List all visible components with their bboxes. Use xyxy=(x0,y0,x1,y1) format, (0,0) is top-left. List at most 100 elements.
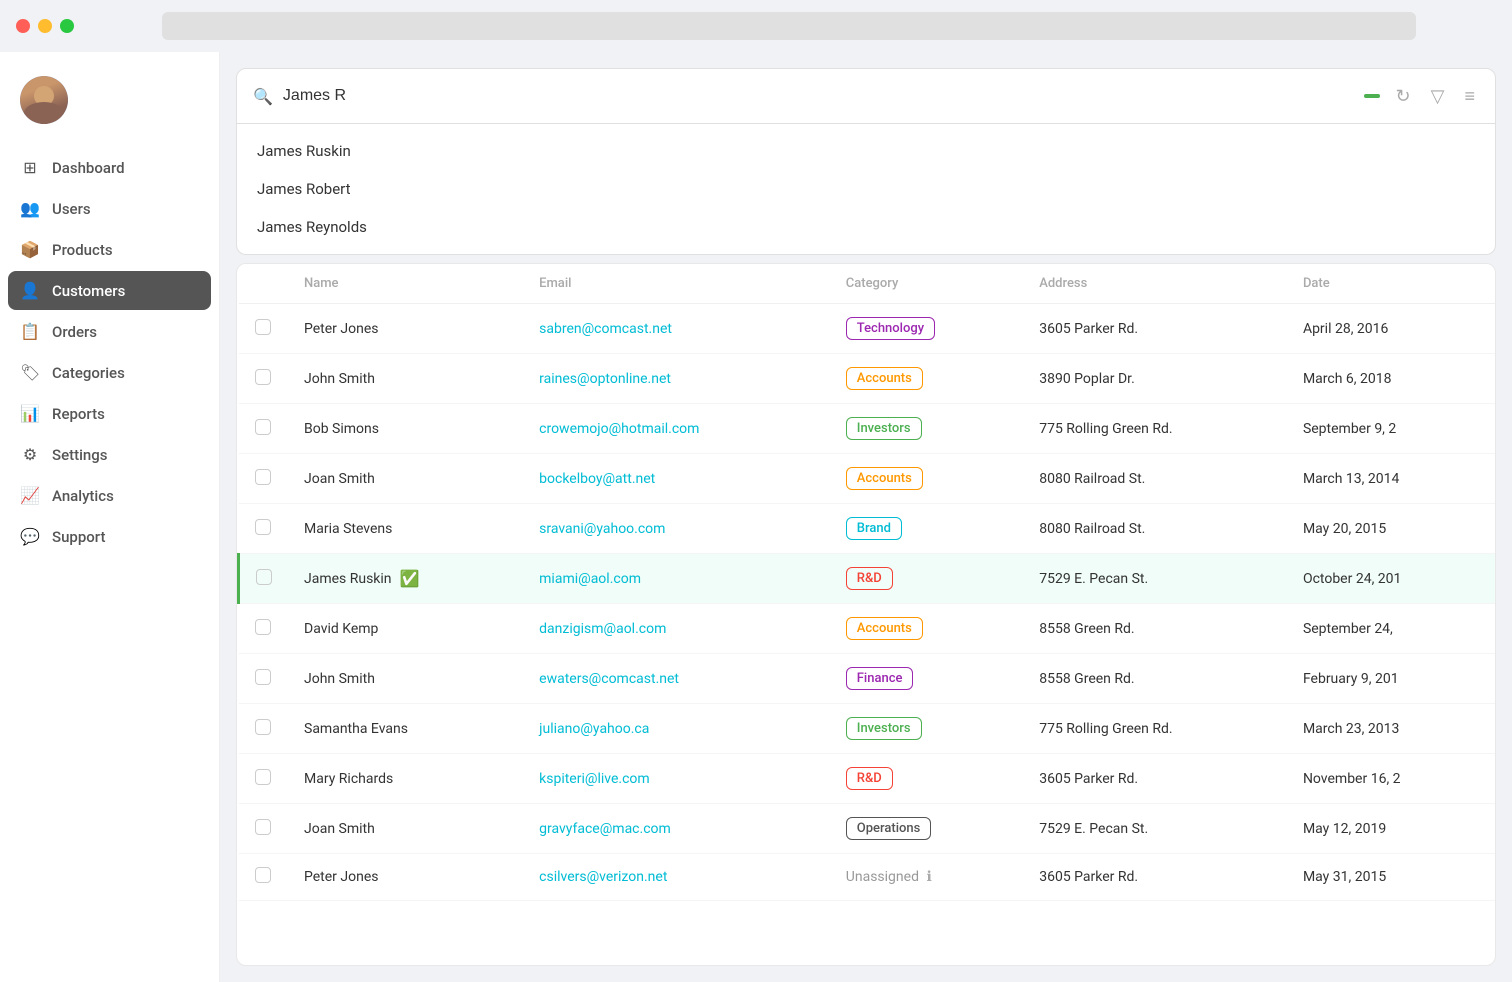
search-bar: 🔍 ↻ ▽ ≡ xyxy=(236,68,1496,124)
customer-address-cell: 775 Rolling Green Rd. xyxy=(1023,404,1287,454)
row-checkbox[interactable] xyxy=(255,669,271,685)
row-checkbox[interactable] xyxy=(255,419,271,435)
row-checkbox[interactable] xyxy=(255,369,271,385)
header-email: Email xyxy=(523,264,830,304)
customer-category-cell: Investors xyxy=(830,404,1023,454)
customer-email[interactable]: bockelboy@att.net xyxy=(539,471,655,487)
category-tag: Finance xyxy=(846,667,914,690)
customer-email[interactable]: miami@aol.com xyxy=(539,571,641,587)
refresh-button[interactable]: ↻ xyxy=(1392,82,1415,111)
maximize-button[interactable] xyxy=(60,19,74,33)
customer-email-cell: sravani@yahoo.com xyxy=(523,504,830,554)
sidebar-item-label-settings: Settings xyxy=(52,446,108,464)
sidebar-item-dashboard[interactable]: ⊞ Dashboard xyxy=(8,148,211,187)
customer-email[interactable]: csilvers@verizon.net xyxy=(539,869,667,885)
customer-name: Joan Smith xyxy=(304,471,375,487)
suggestion-item[interactable]: James Ruskin xyxy=(237,132,1495,170)
customer-name-cell: Joan Smith xyxy=(288,804,523,854)
customer-email[interactable]: crowemojo@hotmail.com xyxy=(539,421,699,437)
sidebar-item-users[interactable]: 👥 Users xyxy=(8,189,211,228)
sidebar-item-settings[interactable]: ⚙ Settings xyxy=(8,435,211,474)
row-checkbox[interactable] xyxy=(255,319,271,335)
customer-name-cell: John Smith xyxy=(288,354,523,404)
customer-date-cell: September 9, 2 xyxy=(1287,404,1495,454)
minimize-button[interactable] xyxy=(38,19,52,33)
search-actions: ↻ ▽ ≡ xyxy=(1364,82,1479,111)
row-checkbox[interactable] xyxy=(255,719,271,735)
customer-email[interactable]: raines@optonline.net xyxy=(539,371,671,387)
titlebar xyxy=(0,0,1512,52)
category-tag: Operations xyxy=(846,817,932,840)
customer-category-cell: Finance xyxy=(830,654,1023,704)
row-checkbox[interactable] xyxy=(255,769,271,785)
customer-category-cell: R&D xyxy=(830,554,1023,604)
filter-button[interactable]: ▽ xyxy=(1427,82,1449,111)
sidebar-item-reports[interactable]: 📊 Reports xyxy=(8,394,211,433)
sidebar-item-label-reports: Reports xyxy=(52,405,105,423)
row-checkbox-cell xyxy=(239,304,289,354)
suggestion-item[interactable]: James Reynolds xyxy=(237,208,1495,246)
customer-name: Peter Jones xyxy=(304,869,378,885)
customers-icon: 👤 xyxy=(20,281,40,300)
customer-date-cell: May 20, 2015 xyxy=(1287,504,1495,554)
customer-email[interactable]: juliano@yahoo.ca xyxy=(539,721,649,737)
search-input[interactable] xyxy=(283,87,1354,105)
category-tag: Unassigned ℹ xyxy=(846,869,932,885)
close-button[interactable] xyxy=(16,19,30,33)
customer-email[interactable]: kspiteri@live.com xyxy=(539,771,650,787)
sidebar-item-categories[interactable]: 🏷 Categories xyxy=(8,353,211,392)
menu-button[interactable]: ≡ xyxy=(1460,82,1479,111)
row-checkbox[interactable] xyxy=(256,569,272,585)
customer-email-cell: kspiteri@live.com xyxy=(523,754,830,804)
table-row: Peter Jones sabren@comcast.net Technolog… xyxy=(239,304,1496,354)
customer-address-cell: 8558 Green Rd. xyxy=(1023,604,1287,654)
row-checkbox[interactable] xyxy=(255,519,271,535)
sidebar-item-products[interactable]: 📦 Products xyxy=(8,230,211,269)
category-tag: Accounts xyxy=(846,467,923,490)
info-icon[interactable]: ℹ xyxy=(926,869,931,885)
sidebar-item-analytics[interactable]: 📈 Analytics xyxy=(8,476,211,515)
customer-address-cell: 775 Rolling Green Rd. xyxy=(1023,704,1287,754)
settings-icon: ⚙ xyxy=(20,445,40,464)
sidebar-item-orders[interactable]: 📋 Orders xyxy=(8,312,211,351)
customer-address-cell: 8080 Railroad St. xyxy=(1023,504,1287,554)
sidebar-item-support[interactable]: 💬 Support xyxy=(8,517,211,556)
sidebar-item-label-analytics: Analytics xyxy=(52,487,114,505)
header-name: Name xyxy=(288,264,523,304)
category-tag: R&D xyxy=(846,767,893,790)
row-checkbox[interactable] xyxy=(255,619,271,635)
sidebar-item-label-orders: Orders xyxy=(52,323,97,341)
customer-email-cell: ewaters@comcast.net xyxy=(523,654,830,704)
customer-email[interactable]: ewaters@comcast.net xyxy=(539,671,679,687)
table-row: James Ruskin ✅ miami@aol.com R&D 7529 E.… xyxy=(239,554,1496,604)
customer-date-cell: March 23, 2013 xyxy=(1287,704,1495,754)
category-tag: Technology xyxy=(846,317,935,340)
table-row: David Kemp danzigism@aol.com Accounts 85… xyxy=(239,604,1496,654)
customer-date-cell: November 16, 2 xyxy=(1287,754,1495,804)
customer-email-cell: miami@aol.com xyxy=(523,554,830,604)
customer-email[interactable]: gravyface@mac.com xyxy=(539,821,671,837)
customer-email[interactable]: sabren@comcast.net xyxy=(539,321,672,337)
orders-icon: 📋 xyxy=(20,322,40,341)
table-body: Peter Jones sabren@comcast.net Technolog… xyxy=(239,304,1496,901)
table-row: Mary Richards kspiteri@live.com R&D 3605… xyxy=(239,754,1496,804)
header-checkbox xyxy=(239,264,289,304)
row-checkbox[interactable] xyxy=(255,469,271,485)
table-row: Peter Jones csilvers@verizon.net Unassig… xyxy=(239,854,1496,901)
row-checkbox-cell xyxy=(239,754,289,804)
customer-address-cell: 8080 Railroad St. xyxy=(1023,454,1287,504)
customer-address-cell: 3605 Parker Rd. xyxy=(1023,854,1287,901)
reports-icon: 📊 xyxy=(20,404,40,423)
row-checkbox[interactable] xyxy=(255,819,271,835)
customer-email[interactable]: danzigism@aol.com xyxy=(539,621,666,637)
suggestion-item[interactable]: James Robert xyxy=(237,170,1495,208)
customer-name: Bob Simons xyxy=(304,421,379,437)
row-checkbox-cell xyxy=(239,504,289,554)
customer-name: Joan Smith xyxy=(304,821,375,837)
sidebar-item-customers[interactable]: 👤 Customers xyxy=(8,271,211,310)
row-checkbox[interactable] xyxy=(255,867,271,883)
customer-category-cell: R&D xyxy=(830,754,1023,804)
customer-email[interactable]: sravani@yahoo.com xyxy=(539,521,665,537)
sidebar-item-label-products: Products xyxy=(52,241,113,259)
customer-address-cell: 8558 Green Rd. xyxy=(1023,654,1287,704)
